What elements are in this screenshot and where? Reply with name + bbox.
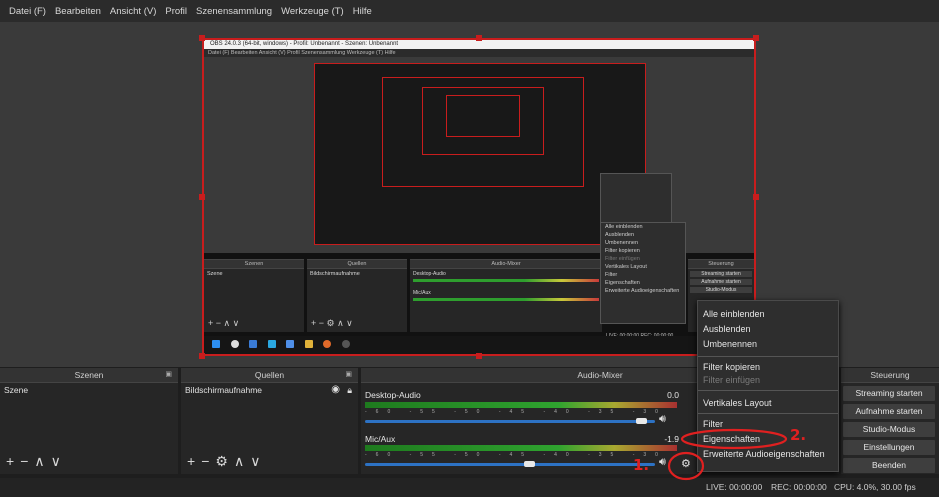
mini-ctx-item: Eigenschaften: [605, 280, 640, 286]
annotation-overlay: [667, 428, 788, 481]
mini-ctx-item: Filter: [605, 272, 618, 278]
mini-ctx-item: Filter einfügen: [605, 256, 640, 262]
mini-ctx-item: Filter kopieren: [605, 248, 640, 254]
mini-ctx-item: Ausblenden: [605, 232, 635, 238]
annotation-ellipse-properties: [680, 428, 788, 450]
mini-ctx-item: Erweiterte Audioeigenschaften: [605, 288, 680, 294]
annotation-circle-gear: [667, 451, 705, 481]
mini-ctx-item: Vertikales Layout: [605, 264, 647, 270]
annotation-step-1: 1.: [633, 456, 650, 474]
annotation-step-2: 2.: [790, 426, 807, 444]
mini-context-menu: Alle einblenden Ausblenden Umbenennen Fi…: [600, 222, 686, 324]
mini-ctx-item: Alle einblenden: [605, 224, 643, 230]
mini-ctx-item: Umbenennen: [605, 240, 639, 246]
